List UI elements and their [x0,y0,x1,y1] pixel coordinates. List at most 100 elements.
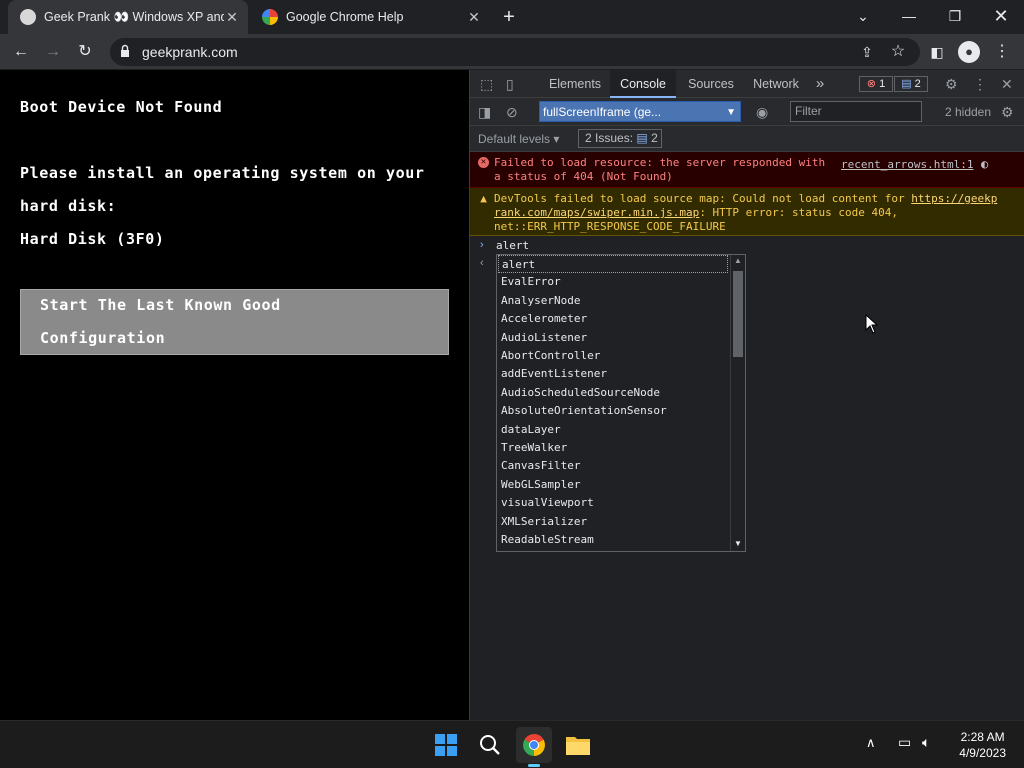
chrome-taskbar-icon[interactable] [516,727,552,767]
side-panel-icon[interactable]: ◧ [926,41,948,63]
context-select[interactable]: fullScreenIframe (ge... ▼ [539,101,741,122]
autocomplete-dropdown[interactable]: alert EvalError AnalyserNode Accelerometer A… [496,254,746,552]
autocomplete-item[interactable]: AudioScheduledSourceNode [501,384,660,402]
autocomplete-item[interactable]: ReadableStream [501,531,594,549]
windows-taskbar: ∧ ▭ 🔈︎ 2:28 AM 4/9/2023 [0,720,1024,768]
minimize-icon[interactable]: — [896,5,922,27]
back-arrow-icon[interactable]: ← [10,41,32,63]
devtools-menu-kebab-icon[interactable]: ⋮ [973,76,987,92]
autocomplete-item[interactable]: addEventListener [501,365,607,383]
system-clock[interactable]: 2:28 AM 4/9/2023 [959,729,1006,761]
file-explorer-icon[interactable] [560,727,596,763]
default-levels-label: Default levels [478,132,551,146]
autocomplete-item[interactable]: alert [498,255,728,273]
sidebar-toggle-icon[interactable]: ◨ [478,104,491,120]
last-known-good-button[interactable]: Start The Last Known Good Configuration [20,289,449,355]
console-prompt[interactable]: › alert ‹ [470,236,1024,269]
source-map-link-part2[interactable]: rank.com/maps/swiper.min.js.map [494,206,699,219]
reload-icon[interactable]: ↻ [74,41,96,63]
result-arrow-icon: ‹ [480,257,484,269]
close-tab-icon[interactable]: ✕ [224,9,240,25]
tab-geek-prank[interactable]: Geek Prank 👀 Windows XP and ✕ [8,0,248,34]
console-error-message: ✕ Failed to load resource: the server re… [470,152,1024,188]
source-map-link-part1[interactable]: https://geekp [911,192,997,205]
live-expression-eye-icon[interactable]: ◉ [756,104,768,120]
url-text: geekprank.com [142,44,238,60]
geekprank-favicon-icon [20,9,36,25]
tab-chrome-help[interactable]: Google Chrome Help ✕ [250,0,490,34]
close-tab-icon[interactable]: ✕ [466,9,482,25]
issue-count: 2 [914,78,921,90]
tab-sources[interactable]: Sources [678,70,744,98]
autocomplete-item[interactable]: CanvasFilter [501,457,580,475]
warning-text-line3: net::ERR_HTTP_RESPONSE_CODE_FAILURE [494,220,726,233]
lock-icon [121,44,129,57]
filter-input[interactable]: Filter [790,101,922,122]
error-source-link[interactable]: recent_arrows.html:1 [841,158,973,172]
autocomplete-item[interactable]: AudioListener [501,329,587,347]
console-settings-gear-icon[interactable]: ⚙ [1001,104,1014,120]
share-icon[interactable]: ⇪ [856,41,878,63]
active-app-indicator [528,764,540,767]
scroll-up-icon[interactable]: ▲ [734,256,742,265]
bookmark-star-icon[interactable]: ☆ [887,41,909,63]
install-os-message: Please install an operating system on yo… [20,164,425,182]
inspect-element-icon[interactable]: ⬚ [480,76,493,92]
console-input[interactable]: alert [496,239,529,252]
network-icon[interactable]: ▭ [898,734,911,751]
autocomplete-item[interactable]: AbsoluteOrientationSensor [501,402,667,420]
tab-strip: Geek Prank 👀 Windows XP and ✕ Google Chr… [0,0,1024,34]
menu-kebab-icon[interactable]: ⋮ [991,41,1013,63]
autocomplete-item[interactable]: dataLayer [501,421,561,439]
device-toolbar-icon[interactable]: ▯ [506,76,514,92]
tab-network[interactable]: Network [746,70,806,98]
tab-elements[interactable]: Elements [542,70,608,98]
autocomplete-item[interactable]: Accelerometer [501,310,587,328]
clock-time: 2:28 AM [960,730,1005,744]
warning-prefix: DevTools failed to load source map: Coul… [494,192,912,205]
warning-text-line1: DevTools failed to load source map: Coul… [494,192,1014,206]
issues-button[interactable]: 2 Issues: ▤ 2 [578,129,662,148]
autocomplete-scrollbar[interactable]: ▲ ▼ [730,255,745,551]
windows-start-icon[interactable] [428,727,464,763]
tab-title: Google Chrome Help [286,10,404,24]
tab-console[interactable]: Console [610,70,676,98]
error-count-badge[interactable]: ⊗ 1 [859,76,893,92]
close-window-icon[interactable]: ✕ [988,5,1014,27]
network-conditions-icon: ◐ [981,157,989,171]
more-tabs-icon[interactable]: » [810,70,830,98]
scrollbar-thumb[interactable] [733,271,743,357]
button-label-line1: Start The Last Known Good [40,296,281,314]
hidden-count: 2 hidden [944,105,992,119]
issue-count-badge[interactable]: ▤ 2 [894,76,928,92]
tab-search-chevron-icon[interactable]: ⌄ [850,5,876,27]
log-levels-bar: Default levels ▾ 2 Issues: ▤ 2 [470,126,1024,152]
error-count: 1 [879,78,886,90]
hard-disk-id: Hard Disk (3F0) [20,230,165,248]
console-toolbar: ◨ ⊘ fullScreenIframe (ge... ▼ ◉ Filter 2… [470,98,1024,126]
context-select-value: fullScreenIframe (ge... [543,105,662,119]
autocomplete-item[interactable]: TreeWalker [501,439,567,457]
devtools-tabbar: ⬚ ▯ Elements Console Sources Network » ⊗… [470,70,1024,98]
autocomplete-item[interactable]: AnalyserNode [501,292,580,310]
warning-suffix: : HTTP error: status code 404, [699,206,898,219]
warning-icon: ▲ [480,192,487,205]
restore-icon[interactable]: ❐ [942,5,968,27]
autocomplete-item[interactable]: XMLSerializer [501,513,587,531]
settings-gear-icon[interactable]: ⚙ [945,76,958,92]
clear-console-icon[interactable]: ⊘ [506,104,518,120]
autocomplete-item[interactable]: AbortController [501,347,600,365]
show-hidden-icons-chevron-icon[interactable]: ∧ [866,735,876,751]
scroll-down-icon[interactable]: ▼ [734,539,742,548]
profile-avatar-icon[interactable]: ● [958,41,980,63]
new-tab-icon[interactable]: + [498,6,520,28]
volume-icon[interactable]: 🔈︎ [922,734,930,751]
close-devtools-icon[interactable]: ✕ [1001,76,1013,92]
forward-arrow-icon[interactable]: → [42,41,64,63]
address-bar[interactable]: geekprank.com [110,38,920,66]
autocomplete-item[interactable]: EvalError [501,273,561,291]
autocomplete-item[interactable]: WebGLSampler [501,476,580,494]
search-icon[interactable] [472,727,508,763]
autocomplete-item[interactable]: visualViewport [501,494,594,512]
default-levels-dropdown[interactable]: Default levels ▾ [478,131,574,147]
